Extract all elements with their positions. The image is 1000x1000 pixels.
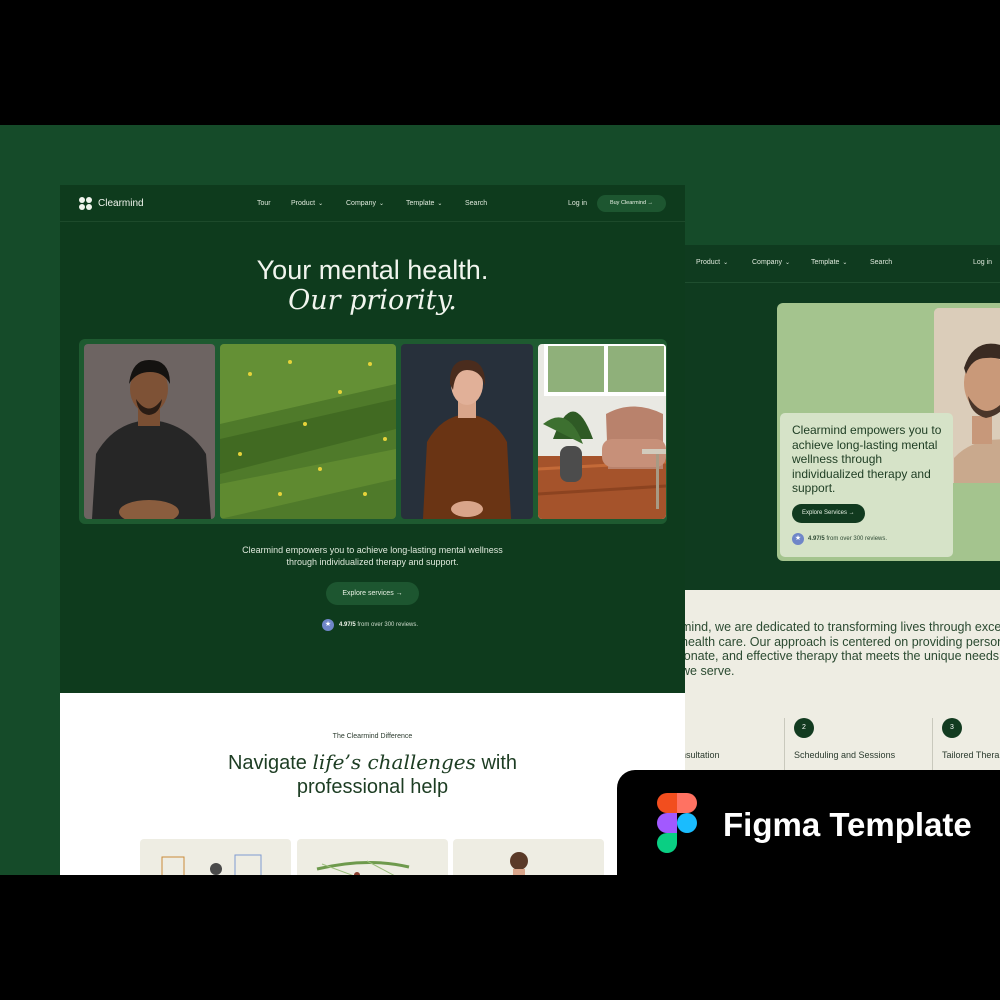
rating-score: 4.97/5 xyxy=(339,622,356,628)
feature-card xyxy=(297,839,448,875)
chevron-down-icon: ⌄ xyxy=(784,260,790,266)
nav-item-product[interactable]: Product ⌄ xyxy=(291,200,323,207)
step-number: 2 xyxy=(794,718,814,738)
nav-item-template[interactable]: Template ⌄ xyxy=(406,200,442,207)
brand-name: Clearmind xyxy=(98,198,144,209)
chevron-down-icon: ⌄ xyxy=(723,260,729,266)
about-line: we serve. xyxy=(685,664,735,679)
star-icon: ★ xyxy=(322,619,334,631)
step-number: 3 xyxy=(942,718,962,738)
about-line: mind, we are dedicated to transforming l… xyxy=(685,620,1000,634)
about-line: ionate, and effective therapy that meets… xyxy=(685,649,1000,664)
heading-text: professional help xyxy=(296,776,449,798)
step-divider xyxy=(932,718,933,773)
portrait-woman-photo xyxy=(401,344,533,519)
rating-summary: ★ 4.97/5 from over 300 reviews. xyxy=(322,619,418,631)
secondary-nav-bar: Product ⌄ Company ⌄ Template ⌄ Search Log i… xyxy=(685,245,1000,283)
star-icon: ★ xyxy=(792,533,804,545)
step-label: Tailored Thera xyxy=(942,750,1000,760)
hero-image-gallery xyxy=(79,339,667,524)
chevron-down-icon: ⌄ xyxy=(437,201,443,207)
heading-text: with xyxy=(475,752,518,774)
chevron-down-icon: ⌄ xyxy=(842,260,848,266)
rating-score: 4.97/5 xyxy=(808,536,825,542)
feature-card xyxy=(140,839,291,875)
hero-description: Clearmind empowers you to achieve long-l… xyxy=(792,423,942,495)
hero-description: Clearmind empowers you to achieve long-l… xyxy=(60,545,685,568)
clearmind-logo-icon xyxy=(79,197,92,210)
feature-card xyxy=(453,839,604,875)
hero-section: Clearmind Tour Product ⌄ Company ⌄ Templat… xyxy=(60,185,685,693)
rating-text: from over 300 reviews. xyxy=(826,536,888,542)
hero-description-line: through individualized therapy and suppo… xyxy=(286,556,459,567)
about-line: health care. Our approach is centered on… xyxy=(685,634,1000,649)
heading-text: Navigate xyxy=(227,752,313,774)
hero-headline: Your mental health. xyxy=(256,255,489,285)
hero-headline-italic: Our priority. xyxy=(288,285,457,316)
nav-item-product[interactable]: Product ⌄ xyxy=(696,259,728,266)
portrait-man-photo xyxy=(84,344,215,519)
heading-emphasis: life’s challenges xyxy=(312,750,476,774)
step-divider xyxy=(784,718,785,773)
difference-section: The Clearmind Difference Navigate life’s… xyxy=(60,693,685,875)
step-label: nsultation xyxy=(685,750,720,760)
section-eyebrow: The Clearmind Difference xyxy=(332,733,413,740)
chevron-down-icon: ⌄ xyxy=(378,201,384,207)
top-nav-bar: Clearmind Tour Product ⌄ Company ⌄ Templat… xyxy=(60,185,685,222)
brand-logo[interactable]: Clearmind xyxy=(79,197,144,210)
primary-page-mockup: Clearmind Tour Product ⌄ Company ⌄ Templat… xyxy=(60,185,685,875)
explore-services-button[interactable]: Explore services → xyxy=(326,582,419,605)
login-link[interactable]: Log in xyxy=(973,259,992,266)
nav-item-template[interactable]: Template ⌄ xyxy=(811,259,847,266)
nav-item-tour[interactable]: Tour xyxy=(257,200,271,207)
section-heading: Navigate life’s challenges with professi… xyxy=(60,750,685,799)
hero-card: Clearmind empowers you to achieve long-l… xyxy=(777,303,1000,561)
showcase-backdrop: Product ⌄ Company ⌄ Template ⌄ Search Log i… xyxy=(0,125,1000,875)
step-label: Scheduling and Sessions xyxy=(794,750,896,760)
nav-item-company[interactable]: Company ⌄ xyxy=(752,259,790,266)
explore-services-button[interactable]: Explore Services → xyxy=(792,504,865,523)
hero-description-line: Clearmind empowers you to achieve long-l… xyxy=(242,545,503,555)
hero-info-panel: Clearmind empowers you to achieve long-l… xyxy=(780,413,953,557)
figma-logo-icon xyxy=(657,793,697,853)
rating-text: from over 300 reviews. xyxy=(357,622,419,628)
buy-clearmind-button[interactable]: Buy Clearmind → xyxy=(597,195,666,212)
therapy-room-photo xyxy=(538,344,666,519)
grass-meadow-photo xyxy=(220,344,396,519)
login-link[interactable]: Log in xyxy=(568,200,587,207)
badge-title: Figma Template xyxy=(723,806,972,843)
nav-item-search[interactable]: Search xyxy=(870,259,892,266)
figma-template-badge: Figma Template xyxy=(617,770,1000,1000)
nav-item-search[interactable]: Search xyxy=(465,200,487,207)
nav-item-company[interactable]: Company ⌄ xyxy=(346,200,384,207)
chevron-down-icon: ⌄ xyxy=(318,201,324,207)
about-paragraph: mind, we are dedicated to transforming l… xyxy=(685,620,1000,679)
rating-summary: ★ 4.97/5 from over 300 reviews. xyxy=(792,533,887,545)
